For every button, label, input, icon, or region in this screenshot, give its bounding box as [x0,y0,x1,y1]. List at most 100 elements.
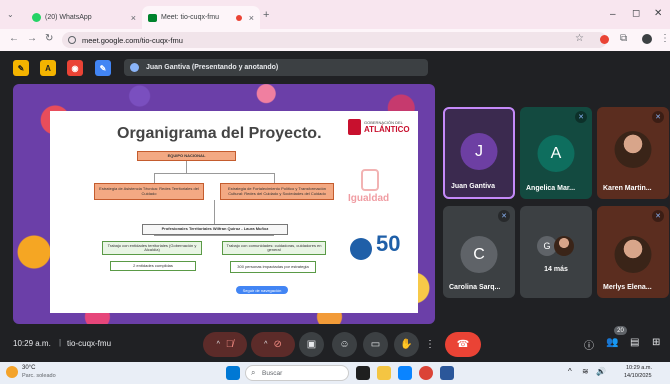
tab-whatsapp[interactable]: (20) WhatsApp × [26,6,142,29]
slide-title: Organigrama del Proyecto. [117,125,322,142]
slide-nav-button[interactable]: Seguir de navegación [236,286,288,294]
weather-icon[interactable] [6,366,18,378]
leave-call-button[interactable]: ☎ [445,332,481,357]
system-tray-chevron-icon[interactable]: ^ [568,367,572,376]
file-explorer-icon[interactable] [377,366,391,380]
address-bar-row: ← → ↻ meet.google.com/tio-cuqx-fmu ☆ ⧉ ⋮ [0,29,670,51]
raise-hand-button[interactable]: ✋ [394,332,419,357]
org-box-green-right: Trabajo con comunidades: cuidadoras, cui… [222,241,326,255]
un-emblem-icon [350,238,372,260]
people-icon[interactable]: 👥 [606,337,618,348]
meet-presenting-bar: ✎ A ◉ ✎ Juan Gantiva (Presentando y anot… [0,51,670,84]
reactions-button[interactable]: ☺ [332,332,357,357]
more-options-button[interactable]: ⋮ [423,332,437,357]
connector [214,200,215,224]
muted-mic-icon: ✕ [652,111,664,123]
chevron-up-icon[interactable]: ^ [217,341,220,348]
captions-button[interactable]: ▭ [363,332,388,357]
maximize-icon[interactable]: ◻ [632,8,640,19]
logo-gov-line2: ATLÁNTICO [364,125,410,134]
extension-icon[interactable] [600,35,609,44]
meeting-info-icon[interactable]: ⓘ [584,337,594,352]
record-icon[interactable]: ◉ [67,60,83,76]
mic-toggle-button[interactable]: ^ 🎙̸ [203,332,247,357]
word-icon[interactable] [440,366,454,380]
presentation-stage: Organigrama del Proyecto. GOBERNACIÓN DE… [13,84,435,324]
overflow-participants-tile[interactable]: G 14 más [520,206,592,298]
muted-mic-icon: ✕ [575,111,587,123]
muted-mic-icon: ✕ [498,210,510,222]
site-info-icon[interactable] [68,36,76,44]
search-icon: ⌕ [251,368,256,377]
participant-tile[interactable]: ✕ Karen Martin... [597,107,669,199]
shared-slide: Organigrama del Proyecto. GOBERNACIÓN DE… [50,111,418,313]
hand-icon: ✋ [400,339,413,350]
org-box-right: Estrategia de Fortalecimiento Político y… [220,183,334,200]
search-placeholder: Buscar [262,369,283,377]
edit-icon[interactable]: ✎ [95,60,111,76]
extensions-puzzle-icon[interactable]: ⧉ [620,33,627,44]
edge-icon[interactable] [398,366,412,380]
chrome-icon[interactable] [419,366,433,380]
forward-icon[interactable]: → [27,33,37,44]
chat-icon[interactable]: ▤ [630,337,639,348]
annotate-tool-icon[interactable]: ✎ [13,60,29,76]
tab-meet[interactable]: Meet: tio-cuqx-fmu × [142,6,260,29]
org-box-left: Estrategia de Asistencia Técnica: Redes … [94,183,204,200]
clock-time: 10:29 a.m. [626,365,652,371]
participant-name: Angelica Mar... [526,185,576,192]
participant-name: Karen Martin... [603,185,652,192]
back-icon[interactable]: ← [9,33,19,44]
close-window-icon[interactable]: ✕ [654,8,662,19]
muted-mic-icon: ✕ [652,210,664,222]
tab-whatsapp-title: (20) WhatsApp [45,14,92,21]
minimize-icon[interactable]: – [610,9,616,20]
camera-off-icon: ⊘ [273,339,282,350]
org-box-green-left: Trabajo con entidades territoriales (Gob… [102,241,202,255]
more-vert-icon: ⋮ [425,339,435,350]
chevron-up-icon[interactable]: ^ [264,341,267,348]
hang-up-icon: ☎ [456,339,470,350]
participant-avatar: A [537,135,575,172]
presenter-banner: Juan Gantiva (Presentando y anotando) [124,59,428,76]
browser-tab-strip: ⌄ (20) WhatsApp × Meet: tio-cuqx-fmu × +… [0,0,670,29]
new-tab-icon[interactable]: + [263,9,269,21]
igualdad-emblem-icon [361,169,379,191]
participant-tile[interactable]: ✕ A Angelica Mar... [520,107,592,199]
close-tab-icon[interactable]: × [131,13,136,23]
connector [186,161,187,173]
participant-tile[interactable]: ✕ Merlys Elena... [597,206,669,298]
tab-search-chevron-icon[interactable]: ⌄ [7,10,14,19]
recording-dot-icon [235,14,242,21]
wifi-icon[interactable]: ≋ [582,367,589,376]
presenter-banner-text: Juan Gantiva (Presentando y anotando) [146,64,279,71]
reload-icon[interactable]: ↻ [45,33,53,44]
whatsapp-icon [32,13,41,22]
camera-toggle-button[interactable]: ^ ⊘ [251,332,295,357]
clock-date: 14/10/2025 [624,373,652,379]
participant-name: Merlys Elena... [603,284,652,291]
participant-avatar: C [460,236,498,273]
windows-start-icon[interactable] [226,366,240,380]
connector [154,173,155,183]
tab-meet-title: Meet: tio-cuqx-fmu [161,14,219,21]
url-field[interactable]: meet.google.com/tio-cuqx-fmu [62,32,607,48]
task-view-icon[interactable] [356,366,370,380]
bookmark-star-icon[interactable]: ☆ [575,33,584,44]
participant-tile[interactable]: ✕ C Carolina Sarq... [443,206,515,298]
present-button[interactable]: ▣ [299,332,324,357]
text-tool-icon[interactable]: A [40,60,56,76]
more-participants-label: 14 más [544,266,568,273]
stat-left: 2 entidades cumplidas [110,261,196,271]
browser-menu-icon[interactable]: ⋮ [660,33,670,44]
separator: | [59,338,62,347]
profile-avatar[interactable] [642,34,652,44]
participant-count-badge: 20 [614,326,627,335]
participant-photo [554,236,574,256]
participant-tile[interactable]: J Juan Gantiva [443,107,515,199]
mic-off-icon: 🎙̸ [225,339,234,350]
close-tab-icon[interactable]: × [249,13,254,23]
activities-icon[interactable]: ⊞ [652,337,660,348]
taskbar-search[interactable]: ⌕ Buscar [245,365,349,381]
volume-icon[interactable]: 🔊 [596,367,606,376]
